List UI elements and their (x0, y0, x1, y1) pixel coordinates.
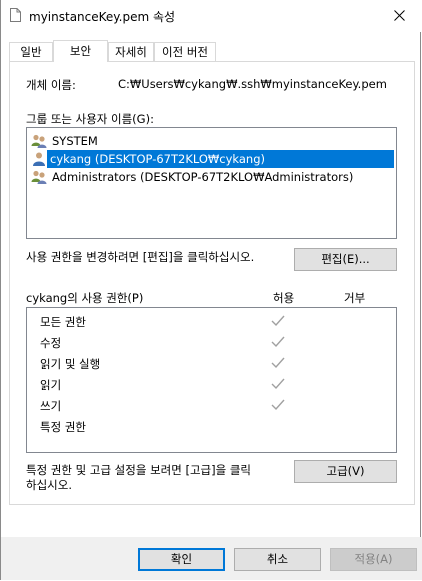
close-button[interactable] (376, 0, 422, 31)
list-item[interactable]: SYSTEM (29, 132, 394, 150)
advanced-text-line1: 특정 권한 및 고급 설정을 보려면 [고급]을 클릭 (26, 463, 251, 477)
tab-previous-versions[interactable]: 이전 버전 (154, 42, 216, 61)
edit-button[interactable]: 편집(E)... (294, 248, 397, 271)
tab-label: 일반 (20, 45, 42, 59)
permission-row: 수정 (27, 332, 396, 353)
list-item[interactable]: Administrators (DESKTOP-67T2KLO₩Administ… (29, 168, 394, 186)
tab-general[interactable]: 일반 (9, 42, 53, 61)
object-name-value: C:₩Users₩cykang₩.ssh₩myinstanceKey.pem (118, 77, 387, 91)
tab-label: 보안 (69, 44, 92, 58)
change-permissions-text: 사용 권한을 변경하려면 [편집]을 클릭하십시오. (26, 250, 255, 264)
permission-row: 읽기 및 실행 (27, 353, 396, 374)
permission-row: 모든 권한 (27, 311, 396, 332)
check-icon (271, 357, 285, 369)
deny-header: 거부 (344, 291, 366, 305)
list-item[interactable]: cykang (DESKTOP-67T2KLO₩cykang) (29, 150, 394, 168)
permission-name: 쓰기 (40, 399, 62, 413)
ok-button[interactable]: 확인 (138, 548, 225, 571)
user-icon (33, 152, 45, 166)
group-label: 그룹 또는 사용자 이름(G): (26, 112, 154, 126)
permission-name: 수정 (40, 336, 62, 350)
permission-row: 읽기 (27, 374, 396, 395)
check-icon (271, 378, 285, 390)
permission-name: 읽기 및 실행 (40, 357, 101, 371)
advanced-button-label: 고급(V) (326, 464, 365, 478)
permissions-list[interactable]: 모든 권한 수정 읽기 및 실행 읽기 쓰기 특정 권한 (26, 307, 397, 453)
permission-name: 읽기 (40, 378, 62, 392)
object-name-label: 개체 이름: (26, 78, 76, 92)
tab-label: 이전 버전 (162, 45, 208, 59)
tab-label: 자세히 (115, 45, 147, 59)
apply-button[interactable]: 적용(A) (330, 548, 417, 571)
properties-dialog: myinstanceKey.pem 속성 일반 보안 자세히 이전 버전 개체 … (0, 0, 422, 580)
check-icon (271, 336, 285, 348)
permissions-title: cykang의 사용 권한(P) (26, 291, 144, 305)
allow-header: 허용 (273, 291, 295, 305)
window-title: myinstanceKey.pem 속성 (29, 10, 176, 24)
user-list[interactable]: SYSTEM cykang (DESKTOP-67T2KLO₩cykang) A… (26, 127, 397, 239)
tab-security[interactable]: 보안 (53, 40, 108, 62)
users-group-icon (31, 170, 47, 184)
users-group-icon (31, 134, 47, 148)
file-icon (10, 8, 21, 22)
user-label: Administrators (DESKTOP-67T2KLO₩Administ… (52, 170, 354, 184)
permission-row: 특정 권한 (27, 416, 396, 437)
cancel-button[interactable]: 취소 (234, 548, 321, 571)
permission-name: 특정 권한 (40, 420, 86, 434)
title-bar[interactable]: myinstanceKey.pem 속성 (1, 0, 422, 32)
cancel-button-label: 취소 (266, 552, 289, 566)
advanced-text-line2: 하십시오. (26, 478, 72, 492)
user-label: SYSTEM (52, 134, 98, 148)
check-icon (271, 399, 285, 411)
apply-button-label: 적용(A) (354, 552, 393, 566)
user-label: cykang (DESKTOP-67T2KLO₩cykang) (47, 150, 394, 168)
tab-details[interactable]: 자세히 (108, 42, 154, 61)
advanced-button[interactable]: 고급(V) (294, 460, 397, 483)
edit-button-label: 편집(E)... (321, 252, 370, 266)
close-icon (394, 10, 405, 21)
permission-name: 모든 권한 (40, 315, 86, 329)
check-icon (271, 315, 285, 327)
permission-row: 쓰기 (27, 395, 396, 416)
ok-button-label: 확인 (170, 552, 193, 566)
